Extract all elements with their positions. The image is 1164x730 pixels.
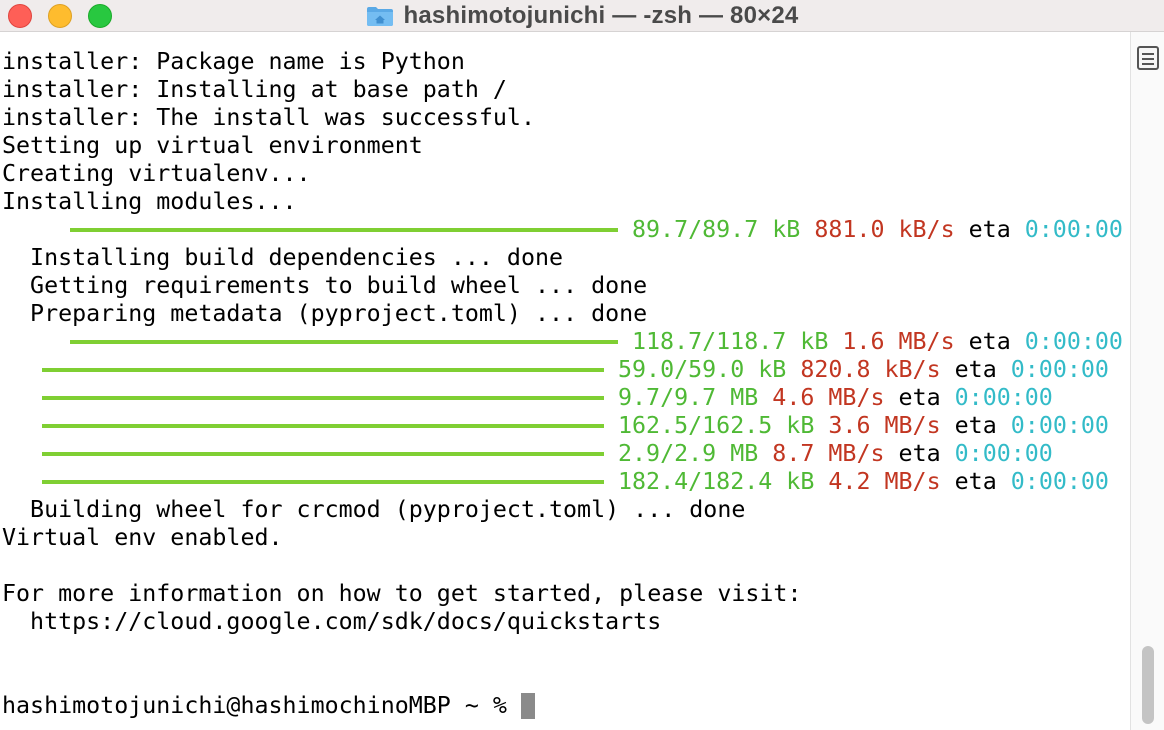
progress-speed: 4.6 MB/s	[772, 384, 885, 411]
docs-url[interactable]: https://cloud.google.com/sdk/docs/quicks…	[2, 608, 661, 636]
progress-line: 182.4/182.4 kB 4.2 MB/s eta 0:00:00	[42, 468, 1109, 496]
progress-line: 89.7/89.7 kB 881.0 kB/s eta 0:00:00	[70, 216, 1123, 244]
progress-size: 89.7/89.7 kB	[632, 216, 801, 243]
terminal-line: Preparing metadata (pyproject.toml) ... …	[2, 300, 648, 327]
progress-speed: 8.7 MB/s	[772, 440, 885, 467]
progress-size: 182.4/182.4 kB	[618, 468, 815, 495]
progress-bar	[42, 395, 604, 400]
progress-eta: 0:00:00	[954, 440, 1053, 467]
progress-bar	[42, 479, 604, 484]
terminal-line: Installing build dependencies ... done	[2, 244, 564, 271]
scrollbar[interactable]	[1130, 32, 1164, 730]
progress-size: 118.7/118.7 kB	[632, 328, 829, 355]
eta-label: eta	[954, 412, 997, 439]
progress-eta: 0:00:00	[1010, 468, 1109, 495]
terminal-line: Creating virtualenv...	[2, 160, 311, 187]
terminal-line: Building wheel for crcmod (pyproject.tom…	[2, 496, 746, 523]
eta-label: eta	[954, 468, 997, 495]
progress-speed: 4.2 MB/s	[828, 468, 941, 495]
progress-eta: 0:00:00	[954, 384, 1053, 411]
progress-eta: 0:00:00	[1010, 412, 1109, 439]
eta-label: eta	[968, 216, 1011, 243]
progress-size: 162.5/162.5 kB	[618, 412, 815, 439]
window-title-group: hashimotojunichi — -zsh — 80×24	[0, 0, 1164, 31]
split-pane-icon[interactable]	[1137, 46, 1159, 70]
eta-label: eta	[898, 440, 941, 467]
progress-size: 2.9/2.9 MB	[618, 440, 759, 467]
progress-bar	[70, 339, 618, 344]
eta-label: eta	[954, 356, 997, 383]
progress-eta: 0:00:00	[1024, 216, 1123, 243]
prompt-line[interactable]: hashimotojunichi@hashimochinoMBP ~ %	[2, 692, 535, 720]
progress-size: 59.0/59.0 kB	[618, 356, 787, 383]
terminal-line: installer: Package name is Python	[2, 48, 465, 75]
progress-line: 9.7/9.7 MB 4.6 MB/s eta 0:00:00	[42, 384, 1053, 412]
scrollbar-thumb[interactable]	[1142, 646, 1154, 724]
terminal-line: For more information on how to get start…	[2, 580, 802, 607]
progress-line: 2.9/2.9 MB 8.7 MB/s eta 0:00:00	[42, 440, 1053, 468]
shell-prompt: hashimotojunichi@hashimochinoMBP ~ %	[2, 692, 521, 719]
terminal-line: Installing modules...	[2, 188, 297, 215]
progress-line: 162.5/162.5 kB 3.6 MB/s eta 0:00:00	[42, 412, 1109, 440]
progress-speed: 881.0 kB/s	[814, 216, 955, 243]
home-folder-icon	[366, 6, 393, 26]
terminal-line: Getting requirements to build wheel ... …	[2, 272, 648, 299]
progress-eta: 0:00:00	[1024, 328, 1123, 355]
terminal-window: hashimotojunichi — -zsh — 80×24 installe…	[0, 0, 1164, 730]
eta-label: eta	[898, 384, 941, 411]
progress-line: 118.7/118.7 kB 1.6 MB/s eta 0:00:00	[70, 328, 1123, 356]
progress-speed: 3.6 MB/s	[828, 412, 941, 439]
title-bar[interactable]: hashimotojunichi — -zsh — 80×24	[0, 0, 1164, 32]
terminal-line: installer: Installing at base path /	[2, 76, 507, 103]
progress-bar	[70, 227, 618, 232]
progress-bar	[42, 423, 604, 428]
progress-speed: 820.8 kB/s	[800, 356, 941, 383]
progress-eta: 0:00:00	[1010, 356, 1109, 383]
progress-size: 9.7/9.7 MB	[618, 384, 759, 411]
terminal-content[interactable]: installer: Package name is Python instal…	[0, 48, 1130, 730]
progress-bar	[42, 451, 604, 456]
text-cursor	[520, 692, 535, 719]
eta-label: eta	[968, 328, 1011, 355]
progress-line: 59.0/59.0 kB 820.8 kB/s eta 0:00:00	[42, 356, 1109, 384]
window-title: hashimotojunichi — -zsh — 80×24	[403, 1, 799, 29]
terminal-line: installer: The install was successful.	[2, 104, 535, 131]
terminal-line: Setting up virtual environment	[2, 132, 423, 159]
progress-bar	[42, 367, 604, 372]
terminal-line: Virtual env enabled.	[2, 524, 283, 551]
progress-speed: 1.6 MB/s	[842, 328, 955, 355]
